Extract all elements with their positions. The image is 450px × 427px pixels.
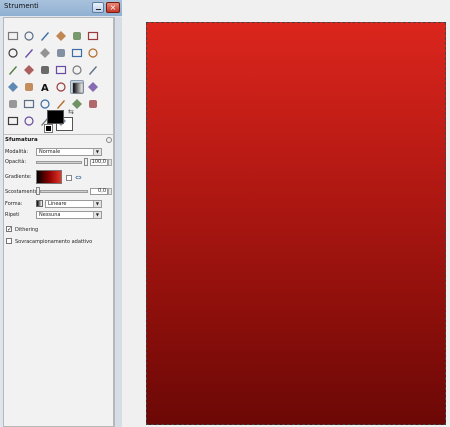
shape-select[interactable]: Lineare ▼	[45, 200, 102, 208]
toolbox-panel	[3, 17, 114, 427]
paintbrush-icon[interactable]	[6, 97, 20, 111]
gradient-reverse-checkbox[interactable]	[66, 175, 72, 181]
zoom-icon[interactable]	[54, 46, 68, 60]
minimize-button[interactable]	[92, 2, 104, 13]
rect-select-icon[interactable]	[6, 29, 20, 43]
fuzzy-select-icon[interactable]	[54, 29, 68, 43]
clone-icon[interactable]	[70, 97, 84, 111]
ellipse-select-icon[interactable]	[22, 29, 36, 43]
repeat-value: Nessuna	[39, 212, 61, 218]
close-button[interactable]: ×	[106, 2, 120, 13]
supersample-label: Sovracampionamento adattivo	[15, 239, 93, 245]
foreground-select-icon[interactable]	[6, 46, 20, 60]
svg-text:A: A	[41, 83, 49, 93]
rotate-icon[interactable]	[38, 63, 52, 77]
repeat-select[interactable]: Nessuna ▼	[36, 211, 102, 219]
pencil-icon[interactable]	[86, 80, 100, 94]
crop-icon[interactable]	[22, 63, 36, 77]
repeat-label: Ripeti	[5, 212, 20, 218]
scale-icon[interactable]	[54, 63, 68, 77]
align-icon[interactable]	[6, 63, 20, 77]
airbrush-icon[interactable]	[38, 97, 52, 111]
perspective-icon[interactable]	[86, 63, 100, 77]
eraser-icon[interactable]	[22, 97, 36, 111]
mode-value: Normale	[39, 149, 61, 155]
move-icon[interactable]	[86, 46, 100, 60]
flip-icon[interactable]	[6, 80, 20, 94]
opacity-input[interactable]: 100,0	[90, 159, 108, 166]
opacity-slider-handle[interactable]	[84, 158, 88, 166]
cage-icon[interactable]	[22, 80, 36, 94]
window-title: Strumenti	[4, 2, 39, 10]
dithering-checkbox[interactable]: ✓	[6, 226, 12, 233]
ink-icon[interactable]	[54, 97, 68, 111]
heal-icon[interactable]	[86, 97, 100, 111]
blend-icon[interactable]	[70, 80, 84, 94]
foreground-color[interactable]	[47, 110, 64, 124]
toolbox-window: Strumenti × ⇆ Sfumatura Modalità: Normal…	[0, 0, 122, 427]
gradient-label: Gradiente:	[5, 174, 32, 180]
dropdown-arrow-icon: ▼	[95, 149, 99, 154]
blur-icon[interactable]	[22, 114, 36, 128]
tool-options-title: Sfumatura	[5, 137, 38, 143]
color-select-icon[interactable]	[70, 29, 84, 43]
measure-icon[interactable]	[70, 46, 84, 60]
shape-label: Forma:	[5, 201, 23, 207]
perspective-clone-icon[interactable]	[6, 114, 20, 128]
scissors-select-icon[interactable]	[86, 29, 100, 43]
title-bar[interactable]: Strumenti ×	[0, 0, 122, 16]
free-select-icon[interactable]	[38, 29, 52, 43]
dropdown-arrow-icon: ▼	[95, 201, 99, 206]
gradient-selector[interactable]	[36, 170, 62, 184]
text-icon[interactable]: A	[38, 80, 52, 94]
color-picker-icon[interactable]	[38, 46, 52, 60]
dropdown-arrow-icon: ▼	[95, 212, 99, 217]
tool-options-menu-button[interactable]	[106, 137, 112, 143]
shear-icon[interactable]	[70, 63, 84, 77]
supersample-checkbox[interactable]	[6, 238, 12, 244]
opacity-spin-button[interactable]	[108, 159, 112, 166]
shape-value: Lineare	[48, 201, 67, 207]
canvas-selection-border	[146, 22, 446, 425]
linear-shape-icon	[36, 200, 43, 207]
mode-label: Modalità:	[5, 149, 29, 155]
bucket-fill-icon[interactable]	[54, 80, 68, 94]
paths-icon[interactable]	[22, 46, 36, 60]
opacity-slider[interactable]	[36, 161, 82, 164]
offset-label: Scostamento:	[5, 189, 40, 195]
dithering-label: Dithering	[15, 227, 39, 233]
divider	[3, 134, 114, 135]
scrollbar[interactable]	[114, 17, 122, 427]
mode-select[interactable]: Normale ▼	[36, 148, 102, 156]
offset-spin-button[interactable]	[108, 188, 112, 195]
offset-slider[interactable]	[40, 190, 88, 193]
opacity-label: Opacità:	[5, 159, 27, 165]
offset-input[interactable]: 0,0	[90, 188, 108, 195]
reverse-gradient-icon[interactable]: ⇔	[75, 173, 82, 182]
